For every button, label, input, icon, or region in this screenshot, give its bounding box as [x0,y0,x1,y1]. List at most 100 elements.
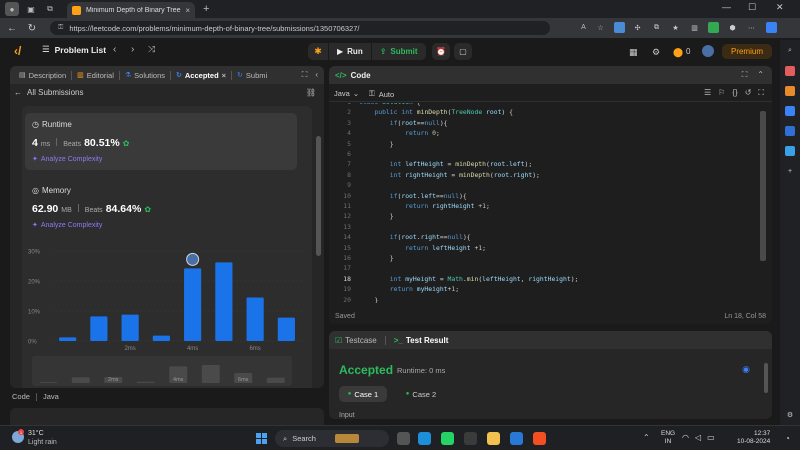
code-line[interactable]: 14 if(root.right==null){ [329,232,759,242]
collections-icon[interactable]: ▥ [689,22,700,33]
chart-bar[interactable] [215,262,233,341]
chart-bar[interactable] [184,268,202,341]
workspaces-icon[interactable]: ▣ [24,2,38,16]
code-line[interactable]: 4 return 0; [329,128,759,138]
code-section-tab-code[interactable]: Code [12,392,30,401]
windows-start-icon[interactable] [256,433,267,444]
weather-description[interactable]: Light rain [28,439,57,446]
prev-problem-chevron-icon[interactable]: ‹ [113,44,116,55]
tab-accepted[interactable]: ↻ Accepted × [171,66,231,84]
new-tab-button[interactable]: + [203,3,209,15]
battery-icon[interactable]: ▭ [707,433,715,442]
chart-bar[interactable] [277,317,295,341]
case-1-tab[interactable]: ● Case 1 [339,386,387,402]
tab-actions-icon[interactable]: ⧉ [43,2,57,16]
code-line[interactable]: 2 public int minDepth(TreeNode root) { [329,107,759,117]
collapse-editor-chevron-icon[interactable]: ⌃ [757,70,764,80]
shopping-icon[interactable] [785,66,795,76]
next-problem-chevron-icon[interactable]: › [131,44,134,55]
code-line[interactable]: 10 if(root.left==null){ [329,191,759,201]
minimize-icon[interactable]: — [722,2,731,12]
code-line[interactable]: 13 [329,222,759,232]
code-line[interactable]: 8 int rightHeight = minDepth(root.right)… [329,170,759,180]
read-aloud-icon[interactable]: A [578,22,589,33]
runtime-analyze-complexity-link[interactable]: ✦ Analyze Complexity [32,155,102,164]
sidebar-settings-icon[interactable]: ⚙ [785,410,795,420]
heart-extension-icon[interactable] [708,22,719,33]
extensions-puzzle-icon[interactable]: ✣ [632,22,643,33]
user-avatar[interactable] [702,45,714,57]
extension-icon[interactable] [614,22,625,33]
tab-description[interactable]: ▤ Description [14,66,71,84]
bookmark-icon[interactable]: ⚐ [718,88,725,98]
chart-bar[interactable] [90,316,108,341]
url-field[interactable]: ⚿ https://leetcode.com/problems/minimum-… [50,21,550,35]
maximize-editor-icon[interactable]: ⛶ [742,70,748,80]
back-arrow-icon[interactable]: ← [4,23,20,34]
profile-icon[interactable]: ● [5,2,19,16]
chart-bar[interactable] [121,314,139,341]
code-line[interactable]: 11 return rightHeight +1; [329,201,759,211]
notes-button[interactable]: ▢ [454,43,472,60]
eye-icon[interactable]: ◉ [742,364,750,375]
share-link-icon[interactable]: ⛓ [306,88,316,97]
problem-list-link[interactable]: ☰ Problem List [42,44,106,55]
taskbar-search[interactable]: ⌕ Search [275,430,389,447]
fullscreen-icon[interactable]: ⛶ [758,88,764,98]
left-panel-scrollbar[interactable] [316,136,321,256]
favorites-icon[interactable]: ★ [670,22,681,33]
debug-bug-icon[interactable]: ✱ [308,46,328,57]
code-line[interactable]: 19 return myHeight+1; [329,284,759,294]
memory-analyze-complexity-link[interactable]: ✦ Analyze Complexity [32,221,102,230]
add-sidebar-app-icon[interactable]: + [785,166,795,176]
result-scrollbar[interactable] [764,363,768,393]
maximize-icon[interactable]: ☐ [748,2,756,13]
favorite-star-icon[interactable]: ☆ [595,22,606,33]
games-icon[interactable] [785,106,795,116]
tab-close-icon[interactable]: × [222,71,226,80]
shuffle-icon[interactable]: ⤨ [148,44,155,55]
code-line[interactable]: 20 } [329,295,759,303]
code-line[interactable]: 17 [329,263,759,273]
settings-gear-icon[interactable]: ⚙ [652,47,660,58]
tab-test-result[interactable]: >_ Test Result [394,336,449,345]
runtime-box[interactable]: ◷ Runtime 4 ms Beats 80.51% ✿ ✦ Analyze … [25,113,297,170]
runtime-distribution-chart[interactable]: 0% 10% 20% 30% 2ms 4ms 6ms 2ms 4ms 6ms [22,241,312,388]
code-line[interactable]: 15 return leftHeight +1; [329,243,759,253]
edge-browser-icon[interactable] [418,432,431,445]
wifi-icon[interactable]: ◠ [682,433,689,442]
case-2-tab[interactable]: ● Case 2 [397,386,445,402]
copilot-icon[interactable]: ⬢ [727,22,738,33]
whatsapp-icon[interactable] [441,432,454,445]
volume-icon[interactable]: ◁ [695,433,701,442]
code-line[interactable]: 9 [329,180,759,190]
edge-copilot-icon[interactable] [766,22,777,33]
chart-bar[interactable] [59,337,77,341]
all-submissions-link[interactable]: ← All Submissions [14,88,83,97]
code-line[interactable]: 5 } [329,139,759,149]
terminal-app-icon[interactable] [464,432,477,445]
reset-code-icon[interactable]: ↺ [745,88,752,98]
brave-browser-icon[interactable] [533,432,546,445]
chart-bar[interactable] [246,297,264,342]
auto-complete-toggle[interactable]: ⚿ Auto [369,89,394,99]
code-editor-area[interactable]: 1class Solution {2 public int minDepth(T… [329,103,772,303]
run-button[interactable]: ▶ Run [328,43,372,60]
collapse-panel-chevron-icon[interactable]: ‹ [315,70,318,80]
leetcode-logo-icon[interactable]: ‹/ [14,44,26,58]
layout-grid-icon[interactable]: ▦ [629,47,638,58]
notification-bell-icon[interactable]: ◔ [785,434,790,443]
code-line[interactable]: 7 int leftHeight = minDepth(root.left); [329,159,759,169]
store-icon[interactable] [510,432,523,445]
code-line[interactable]: 18 int myHeight = Math.min(leftHeight, r… [329,274,759,284]
search-icon[interactable]: ⌕ [785,46,795,56]
maximize-panel-icon[interactable]: ⛶ [302,70,308,80]
tab-submissions[interactable]: ↻ Submi [232,66,272,84]
format-code-icon[interactable]: ☰ [704,88,711,98]
code-line[interactable]: 16 } [329,253,759,263]
code-line[interactable]: 12 } [329,211,759,221]
system-clock[interactable]: 12:37 10-08-2024 [737,430,770,446]
code-line[interactable]: 3 if(root==null){ [329,118,759,128]
language-select[interactable]: Java ⌄ [334,89,359,98]
timer-button[interactable]: ⏰ [432,43,450,60]
